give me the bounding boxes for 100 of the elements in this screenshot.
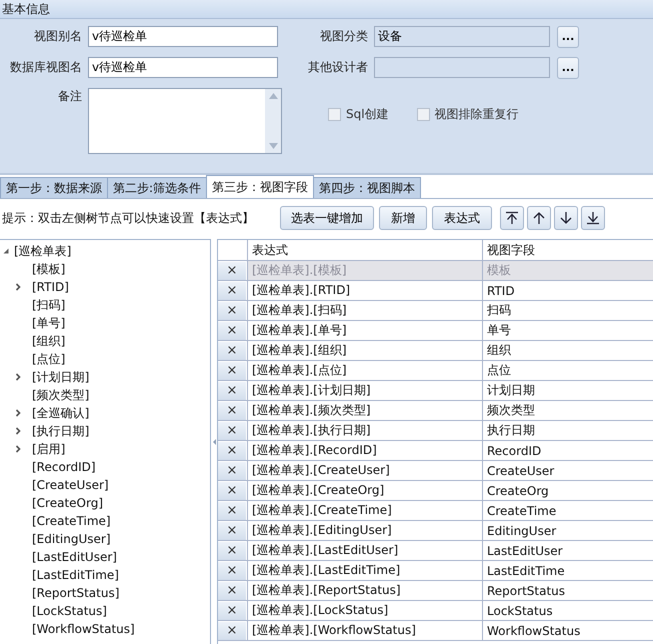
tree-item[interactable]: [ReportStatus] [32, 586, 120, 600]
expand-arrow-icon[interactable] [2, 247, 10, 255]
delete-row-button[interactable]: × [218, 562, 246, 580]
delete-row-button[interactable]: × [218, 522, 246, 540]
table-cell-text: 计划日期 [486, 382, 536, 399]
tree-item[interactable]: [全巡确认] [32, 404, 90, 422]
column-header[interactable]: 视图字段 [483, 240, 653, 260]
table-cell: [巡检单表].[RTID] [248, 281, 483, 300]
tree-item[interactable]: [LockStatus] [32, 604, 107, 618]
delete-row-button[interactable]: × [218, 502, 246, 520]
tree-item[interactable]: [组织] [32, 332, 66, 350]
toolbar-button[interactable]: 新增 [379, 206, 427, 230]
delete-row-button[interactable]: × [218, 282, 246, 300]
table-cell-text: 频次类型 [486, 402, 536, 419]
checkbox-label: 视图排除重复行 [434, 106, 519, 123]
move-bottom-button[interactable] [581, 206, 605, 230]
hint-text: 提示：双击左侧树节点可以快速设置【表达式】 [2, 210, 255, 226]
delete-row-button[interactable]: × [218, 482, 246, 500]
toolbar-button[interactable]: 表达式 [432, 206, 492, 230]
table-cell-text: 组织 [486, 342, 512, 359]
checkbox[interactable] [416, 108, 430, 121]
table-cell: [巡检单表].[RecordID] [248, 441, 483, 460]
delete-row-button[interactable]: × [218, 422, 246, 440]
move-up-button[interactable] [527, 206, 551, 230]
delete-row-button[interactable]: × [218, 302, 246, 320]
table-cell-text: CreateUser [486, 462, 556, 480]
delete-row-button[interactable]: × [218, 342, 246, 360]
tree-item[interactable]: [执行日期] [32, 422, 90, 440]
table-cell-text: WorkflowStatus [486, 622, 582, 640]
tree-item[interactable]: [CreateUser] [32, 478, 109, 492]
table-cell-text: 点位 [486, 362, 512, 379]
table-cell: [巡检单表].[CreateOrg] [248, 481, 483, 500]
table-cell: [巡检单表].[CreateUser] [248, 461, 483, 480]
tree-item[interactable]: [频次类型] [32, 386, 90, 404]
browse-button[interactable]: ... [557, 56, 579, 78]
browse-button[interactable]: ... [557, 26, 579, 48]
section-title: 基本信息 [2, 2, 50, 16]
delete-row-button[interactable]: × [218, 322, 246, 340]
tree-item[interactable]: [单号] [32, 314, 66, 332]
tree-item[interactable]: [LastEditUser] [32, 550, 117, 564]
table-cell-text: LastEditTime [486, 562, 566, 580]
tree-item[interactable]: [EditingUser] [32, 532, 111, 546]
tree-item[interactable]: [点位] [32, 350, 66, 368]
table-cell: [巡检单表].[LastEditTime] [248, 561, 483, 580]
move-top-button[interactable] [500, 206, 524, 230]
tab[interactable]: 第一步：数据来源 [0, 177, 108, 198]
delete-row-button[interactable]: × [218, 582, 246, 600]
tree-item[interactable]: [CreateOrg] [32, 496, 104, 510]
tree-item[interactable]: [RecordID] [32, 460, 96, 474]
tree-item[interactable]: [CreateTime] [32, 514, 111, 528]
table-cell: [巡检单表].[扫码] [248, 301, 483, 320]
table-cell-text: 执行日期 [486, 422, 536, 439]
table-cell: [巡检单表].[ReportStatus] [248, 581, 483, 600]
tree-item[interactable]: [巡检单表] [14, 242, 72, 260]
tab[interactable]: 第四步：视图脚本 [313, 177, 422, 198]
delete-row-button[interactable]: × [218, 462, 246, 480]
arrow-up-icon [532, 211, 546, 225]
delete-row-button[interactable]: × [218, 362, 246, 380]
field-label: 视图分类 [319, 28, 369, 45]
checkbox[interactable] [328, 108, 341, 121]
field-label: 备注 [57, 88, 83, 105]
table-cell: [巡检单表].[LastEditUser] [248, 541, 483, 560]
table-cell: [巡检单表].[执行日期] [248, 421, 483, 440]
table-cell: [巡检单表].[频次类型] [248, 401, 483, 420]
tree-item[interactable]: [模板] [32, 260, 66, 278]
table-cell: [巡检单表].[组织] [248, 341, 483, 360]
toolbar-button[interactable]: 选表一键增加 [280, 206, 374, 230]
delete-row-button[interactable]: × [218, 602, 246, 620]
delete-row-button[interactable]: × [218, 382, 246, 400]
delete-row-button[interactable]: × [218, 622, 246, 640]
table-cell-text: CreateTime [486, 502, 558, 520]
table-cell: [巡检单表].[CreateTime] [248, 501, 483, 520]
table-cell: [巡检单表].[点位] [248, 361, 483, 380]
input-field[interactable]: v待巡检单 [88, 57, 278, 78]
input-field[interactable]: 设备 [374, 26, 550, 47]
tree-item[interactable]: [启用] [32, 440, 66, 458]
delete-row-button[interactable]: × [218, 542, 246, 560]
table-cell-text: 单号 [486, 322, 512, 339]
move-down-button[interactable] [554, 206, 578, 230]
table-cell: [巡检单表].[单号] [248, 321, 483, 340]
input-field[interactable]: v待巡检单 [88, 26, 278, 47]
table-cell: [巡检单表].[LockStatus] [248, 601, 483, 620]
tree-item[interactable]: [扫码] [32, 296, 66, 314]
input-field[interactable] [374, 57, 550, 78]
column-header[interactable]: 表达式 [248, 240, 483, 260]
tab[interactable]: 第二步:筛选条件 [107, 177, 208, 198]
table-cell-text: EditingUser [486, 522, 558, 540]
tree-item[interactable]: [LastEditTime] [32, 568, 119, 582]
delete-row-button[interactable]: × [218, 402, 246, 420]
field-label: 视图别名 [33, 28, 83, 45]
table-cell-text: LockStatus [486, 602, 554, 620]
delete-row-button[interactable]: × [218, 442, 246, 460]
tree-item[interactable]: [RTID] [32, 280, 69, 294]
tree-item[interactable]: [WorkflowStatus] [32, 622, 135, 636]
table-cell-text: 扫码 [486, 302, 512, 319]
checkbox-label: Sql创建 [346, 106, 389, 123]
field-label: 其他设计者 [307, 59, 369, 76]
tree-item[interactable]: [计划日期] [32, 368, 90, 386]
table-cell: [巡检单表].[EditingUser] [248, 521, 483, 540]
splitter-grip-icon [212, 438, 216, 444]
